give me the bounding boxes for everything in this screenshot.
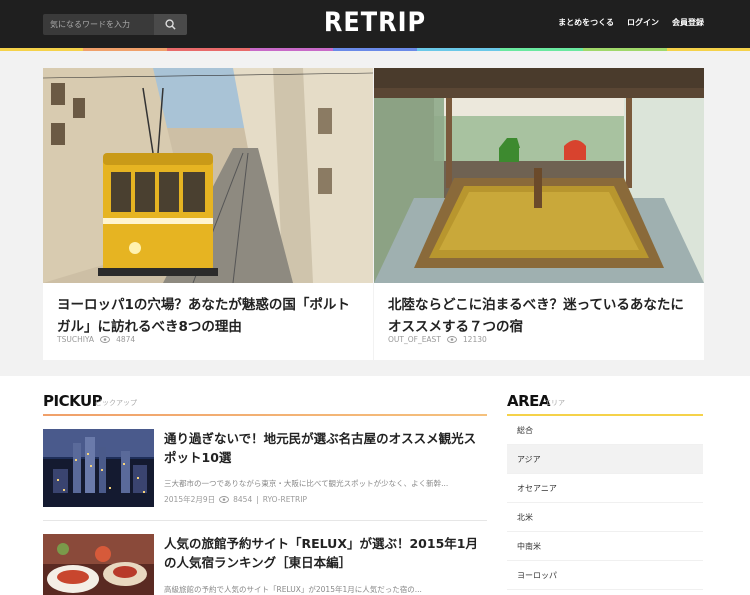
hero-image-lisbon-tram[interactable]: [43, 68, 373, 283]
article-thumbnail-relux[interactable]: [43, 534, 154, 595]
article-divider: [43, 520, 487, 521]
hero-title[interactable]: ヨーロッパ1の穴場？あなたが魅惑の国「ポルトガル」に訪れるべき8つの理由: [57, 294, 363, 338]
eye-icon: [446, 336, 457, 343]
area-item-north-america[interactable]: 北米: [507, 503, 703, 532]
header-nav: まとめをつくる ログイン 会員登録: [558, 17, 704, 28]
signup-link[interactable]: 会員登録: [672, 17, 704, 28]
eye-icon: [100, 336, 111, 343]
author-name[interactable]: OUT_OF_EAST: [388, 335, 441, 344]
article-description: 高級旅館の予約で人気のサイト「RELUX」が2015年1月に人気だった宿の...: [164, 585, 422, 594]
area-item-asia[interactable]: アジア: [507, 445, 703, 474]
view-count: 8454: [233, 495, 253, 504]
create-matome-link[interactable]: まとめをつくる: [558, 17, 614, 28]
meta-separator: |: [256, 495, 259, 504]
author-name[interactable]: TSUCHIYA: [57, 335, 94, 344]
article-title[interactable]: 通り過ぎないで！地元民が選ぶ名古屋のオススメ観光スポット10選: [164, 429, 487, 467]
hero-meta: OUT_OF_EAST 12130: [388, 335, 487, 344]
pickup-article[interactable]: 通り過ぎないで！地元民が選ぶ名古屋のオススメ観光スポット10選 三大都市の一つで…: [43, 429, 487, 509]
author-name[interactable]: RYO-RETRIP: [263, 495, 307, 504]
hero-card-hokuriku[interactable]: 北陸ならどこに泊まるべき？迷っているあなたにオススメする７つの宿: [374, 68, 704, 360]
hero-title[interactable]: 北陸ならどこに泊まるべき？迷っているあなたにオススメする７つの宿: [388, 294, 694, 338]
area-item-latin-america[interactable]: 中南米: [507, 532, 703, 561]
area-list: 総合 アジア オセアニア 北米 中南米 ヨーロッパ: [507, 416, 703, 590]
pickup-underline: [43, 414, 487, 416]
view-count: 4874: [116, 335, 136, 344]
area-item-oceania[interactable]: オセアニア: [507, 474, 703, 503]
area-item-europe[interactable]: ヨーロッパ: [507, 561, 703, 590]
pickup-subheading: ピックアップ: [95, 399, 137, 407]
login-link[interactable]: ログイン: [627, 17, 659, 28]
eye-icon: [219, 496, 230, 503]
site-header: RETRIP まとめをつくる ログイン 会員登録: [0, 0, 750, 48]
article-description: 三大都市の一つでありながら東京・大阪に比べて観光スポットが少なく、よく新幹...: [164, 479, 449, 488]
hero-image-onsen[interactable]: [374, 68, 704, 283]
article-title[interactable]: 人気の旅館予約サイト「RELUX」が選ぶ！2015年1月の人気宿ランキング［東日…: [164, 534, 487, 572]
article-meta: 2015年2月9日 8454 | RYO-RETRIP: [164, 494, 307, 505]
hero-meta: TSUCHIYA 4874: [57, 335, 135, 344]
pickup-heading: PICKUP: [43, 392, 103, 410]
article-date: 2015年2月9日: [164, 495, 216, 504]
pickup-article[interactable]: 人気の旅館予約サイト「RELUX」が選ぶ！2015年1月の人気宿ランキング［東日…: [43, 534, 487, 595]
area-item-all[interactable]: 総合: [507, 416, 703, 445]
article-thumbnail-nagoya[interactable]: [43, 429, 154, 507]
view-count: 12130: [462, 335, 487, 344]
area-subheading: エリア: [544, 399, 565, 407]
hero-card-portugal[interactable]: ヨーロッパ1の穴場？あなたが魅惑の国「ポルトガル」に訪れるべき8つの理由: [43, 68, 373, 360]
